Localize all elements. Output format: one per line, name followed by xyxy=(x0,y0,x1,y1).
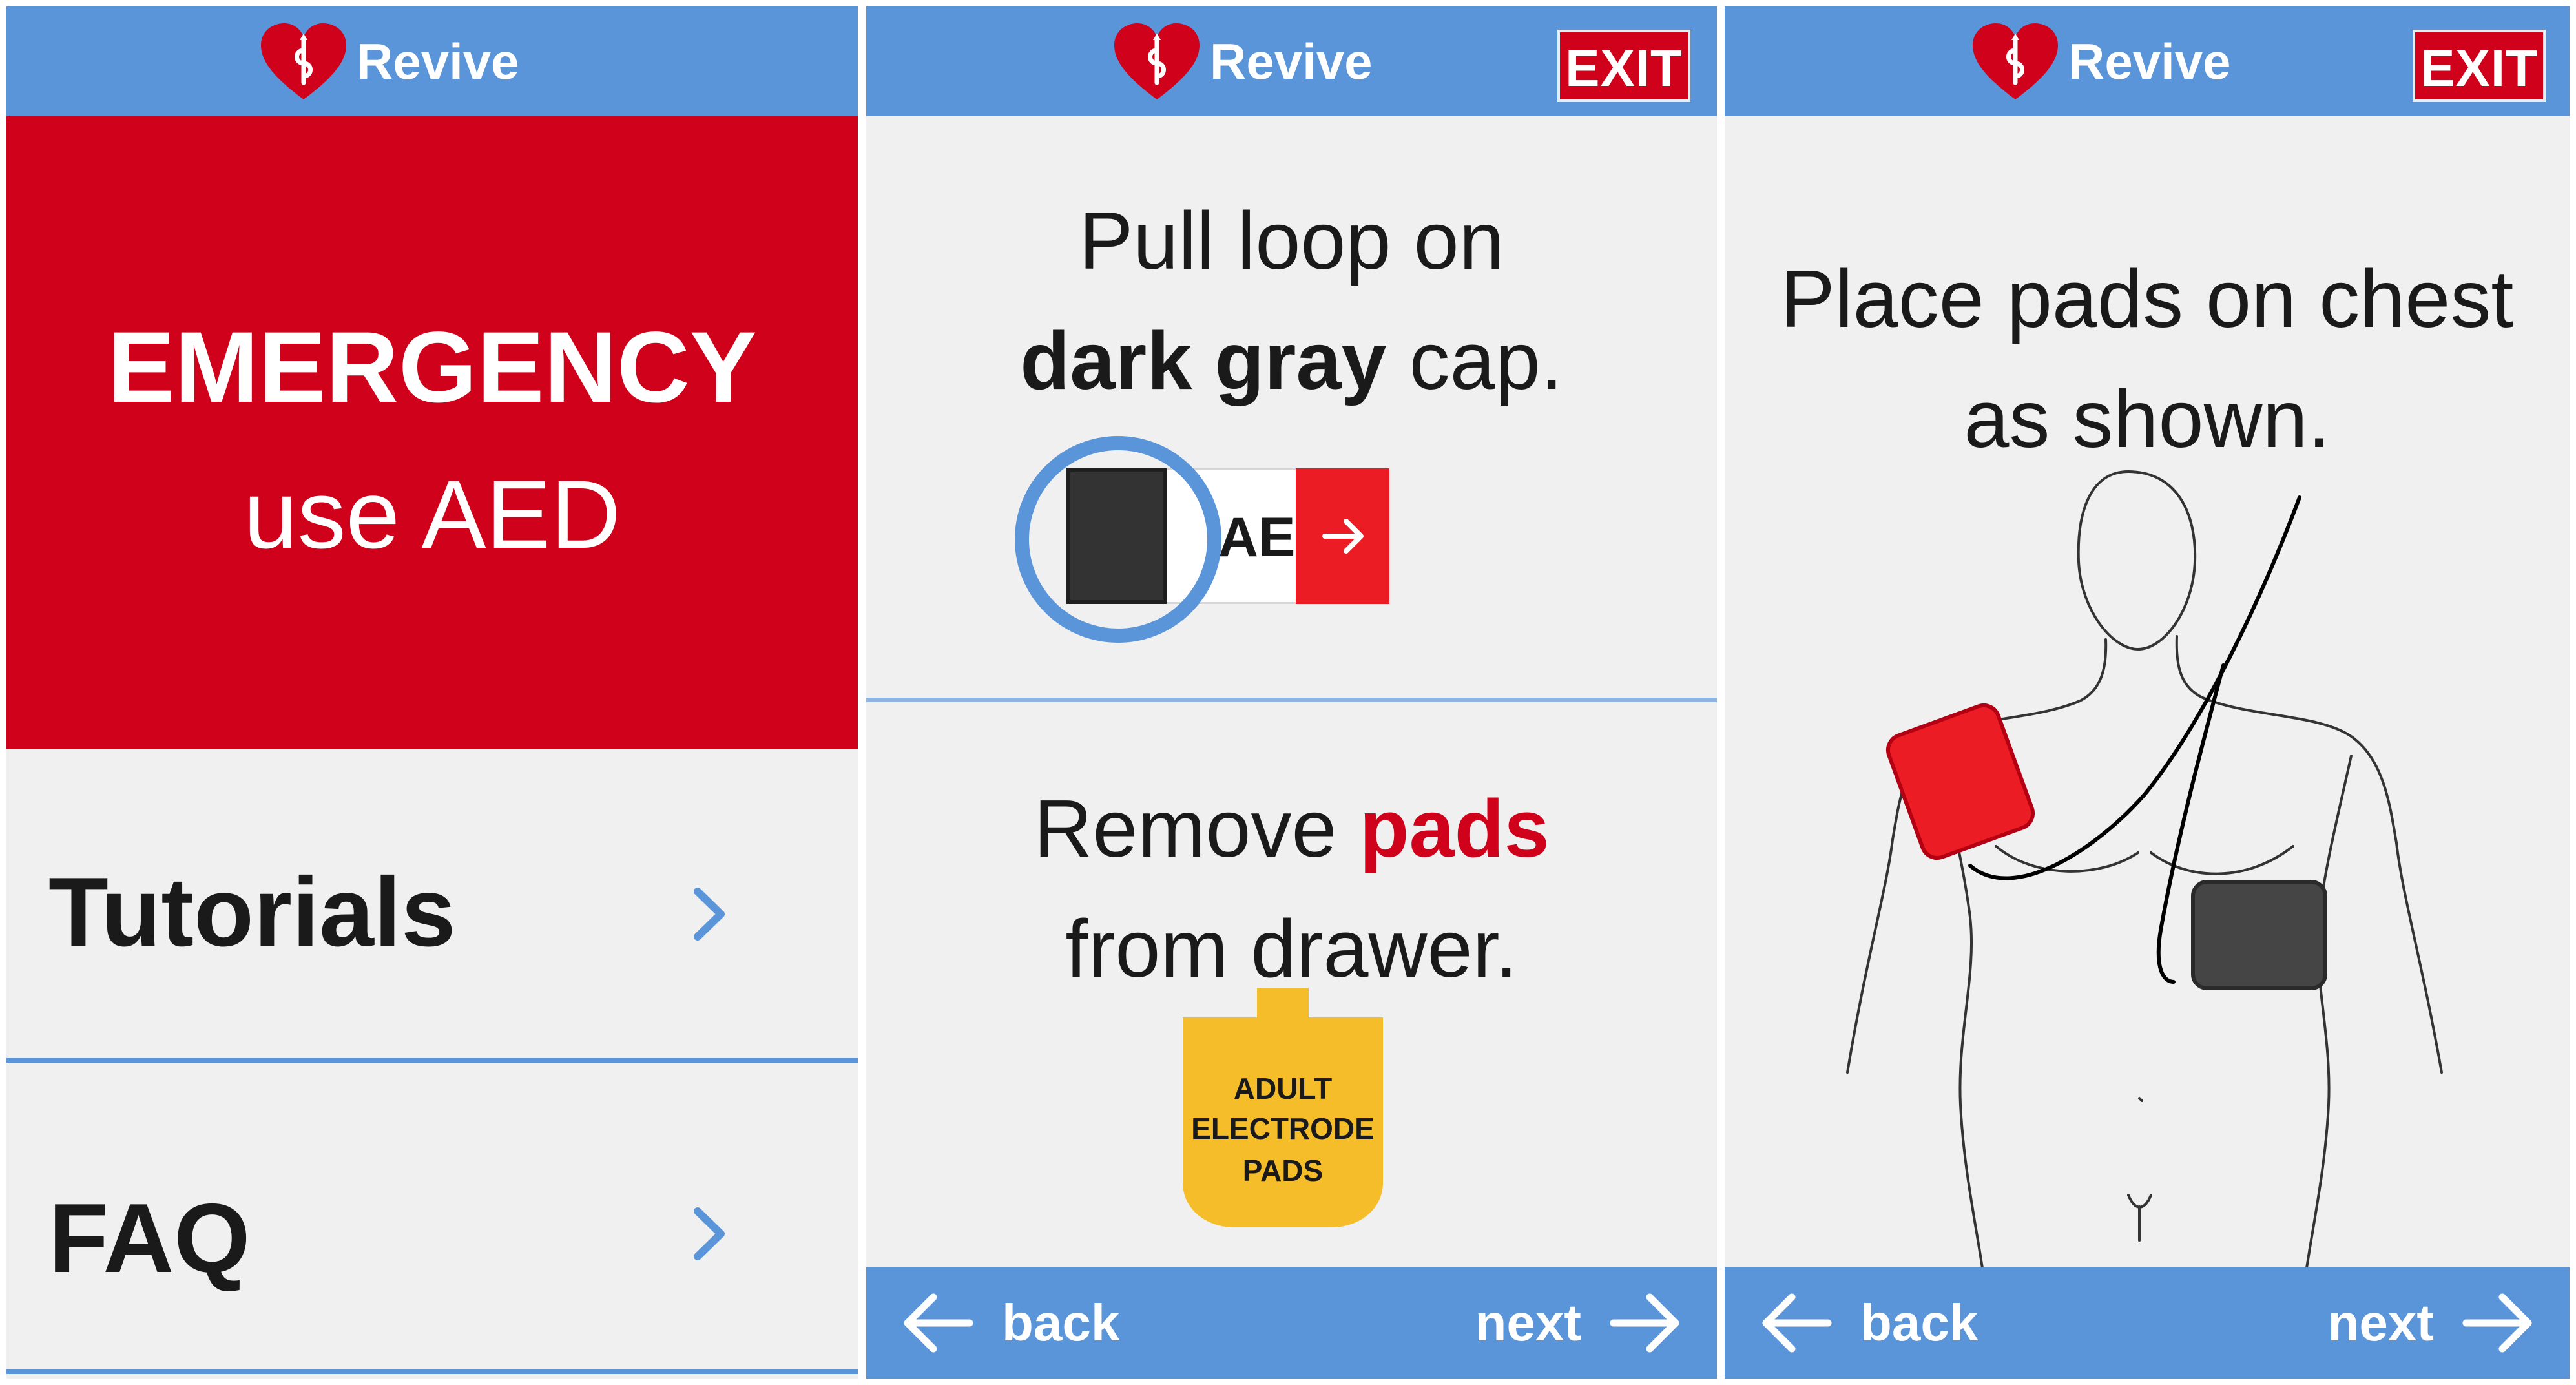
next-label: next xyxy=(1475,1294,1582,1351)
aed-device-illustration: AED xyxy=(1015,436,1389,643)
step-instruction-pads: Remove pads from drawer. xyxy=(866,769,1717,1009)
menu-divider xyxy=(6,1058,858,1063)
red-pad-icon xyxy=(1885,703,2035,860)
instruction-line: Remove pads xyxy=(866,769,1717,889)
next-button[interactable]: next xyxy=(1475,1267,1685,1379)
section-divider xyxy=(866,698,1717,702)
arrow-right-icon xyxy=(1322,519,1364,554)
emergency-button[interactable]: EMERGENCY use AED xyxy=(6,116,858,749)
exit-button[interactable]: EXIT xyxy=(2413,30,2546,102)
emergency-subtitle: use AED xyxy=(244,460,621,568)
menu-item-tutorials[interactable]: Tutorials xyxy=(6,749,858,1063)
home-screen: Revive EMERGENCY use AED Tutorials FAQ xyxy=(6,6,858,1379)
exit-button[interactable]: EXIT xyxy=(1557,30,1690,102)
app-title: Revive xyxy=(2068,32,2231,90)
app-title: Revive xyxy=(357,32,519,90)
package-text: PADS xyxy=(1242,1154,1324,1187)
app-header: Revive EXIT xyxy=(1725,6,2570,116)
menu-divider xyxy=(6,1369,858,1374)
back-button[interactable]: back xyxy=(1757,1267,1978,1379)
emergency-title: EMERGENCY xyxy=(107,311,757,424)
step-instruction-chest: Place pads on chest as shown. xyxy=(1725,239,2570,479)
app-brand: Revive xyxy=(1112,23,1373,100)
heart-logo-icon xyxy=(1114,23,1200,99)
app-brand: Revive xyxy=(1970,23,2231,100)
step-instruction-cap: Pull loop on dark gray cap. xyxy=(866,181,1717,421)
chevron-right-icon xyxy=(694,888,725,941)
chevron-right-icon xyxy=(694,1207,725,1260)
package-text: ADULT xyxy=(1233,1072,1333,1105)
back-label: back xyxy=(1860,1294,1979,1351)
step-screen-prepare: Revive EXIT Pull loop on dark gray cap. … xyxy=(866,6,1717,1379)
heart-logo-icon xyxy=(1973,23,2058,99)
instruction-text: cap. xyxy=(1386,315,1563,406)
torso-pad-placement-illustration xyxy=(1846,470,2443,1273)
arrow-left-icon xyxy=(1762,1293,1832,1353)
menu-item-faq[interactable]: FAQ xyxy=(6,1066,858,1374)
arrow-right-icon xyxy=(1610,1293,1679,1353)
instruction-text: Remove xyxy=(1034,783,1360,874)
next-button[interactable]: next xyxy=(2328,1267,2538,1379)
menu-item-label: FAQ xyxy=(48,1183,251,1293)
electrode-pads-package: ADULT ELECTRODE PADS xyxy=(1176,988,1389,1234)
back-label: back xyxy=(1002,1294,1120,1351)
app-title: Revive xyxy=(1210,32,1373,90)
step-navigation: back next xyxy=(1725,1267,2570,1379)
instruction-line: Place pads on chest xyxy=(1780,253,2514,344)
instruction-emphasis: dark gray xyxy=(1020,315,1387,406)
aed-arrow-tab xyxy=(1296,468,1389,604)
app-header: Revive EXIT xyxy=(866,6,1717,116)
app-header: Revive xyxy=(6,6,858,116)
instruction-emphasis: pads xyxy=(1359,783,1550,874)
instruction-line: dark gray cap. xyxy=(866,301,1717,421)
step-navigation: back next xyxy=(866,1267,1717,1379)
step-screen-place-pads: Revive EXIT Place pads on chest as shown… xyxy=(1725,6,2570,1379)
back-button[interactable]: back xyxy=(898,1267,1119,1379)
highlight-ring xyxy=(1015,436,1221,643)
heart-logo-icon xyxy=(261,23,346,99)
next-label: next xyxy=(2327,1294,2435,1351)
gray-pad-icon xyxy=(2191,880,2327,990)
instruction-line: Pull loop on xyxy=(1079,195,1504,286)
package-text: ELECTRODE xyxy=(1191,1112,1375,1145)
app-brand: Revive xyxy=(258,23,519,100)
arrow-right-icon xyxy=(2462,1293,2532,1353)
arrow-left-icon xyxy=(904,1293,973,1353)
menu-item-label: Tutorials xyxy=(48,857,456,967)
